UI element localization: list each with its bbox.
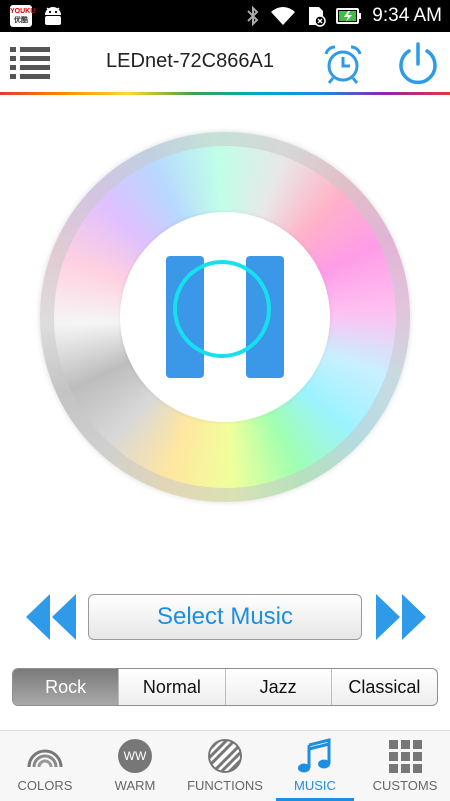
music-note-icon [298, 738, 331, 773]
tab-warm[interactable]: WW WARM [90, 731, 180, 801]
power-icon[interactable] [394, 40, 442, 88]
tab-customs[interactable]: CUSTOMS [360, 731, 450, 801]
genre-classical[interactable]: Classical [330, 669, 437, 705]
app-header: LEDnet-72C866A1 [0, 32, 450, 92]
genre-jazz[interactable]: Jazz [224, 669, 331, 705]
next-track-icon[interactable] [374, 592, 428, 642]
previous-track-icon[interactable] [24, 592, 78, 642]
battery-charging-icon [336, 8, 362, 24]
wifi-icon [271, 7, 296, 25]
genre-normal[interactable]: Normal [118, 669, 224, 705]
striped-circle-icon [208, 739, 242, 773]
grid-icon [389, 740, 422, 773]
device-title: LEDnet-72C866A1 [106, 50, 274, 72]
ww-icon: WW [116, 737, 154, 775]
android-icon [45, 7, 61, 25]
rainbow-icon [27, 749, 63, 768]
genre-selector: Rock Normal Jazz Classical [12, 668, 438, 706]
status-bar: YOUKU 优酷 9:34 AM [0, 0, 450, 32]
clock: 9:34 AM [372, 5, 442, 26]
youku-app-icon: YOUKU 优酷 [10, 5, 35, 27]
bluetooth-icon [247, 5, 259, 27]
tab-functions[interactable]: FUNCTIONS [180, 731, 270, 801]
tab-music[interactable]: MUSIC [270, 731, 360, 801]
tab-colors[interactable]: COLORS [0, 731, 90, 801]
alarm-clock-icon[interactable] [322, 43, 364, 85]
menu-icon[interactable] [10, 44, 50, 82]
rainbow-divider [0, 92, 450, 95]
select-music-button[interactable]: Select Music [88, 594, 362, 640]
sd-card-icon [309, 7, 327, 27]
genre-rock[interactable]: Rock [13, 669, 119, 705]
bottom-tab-bar: COLORS WW WARM FUNCTIONS MUSIC CUSTOMS [0, 730, 450, 801]
music-disc[interactable] [40, 132, 410, 502]
pause-ring-icon[interactable] [173, 260, 271, 358]
